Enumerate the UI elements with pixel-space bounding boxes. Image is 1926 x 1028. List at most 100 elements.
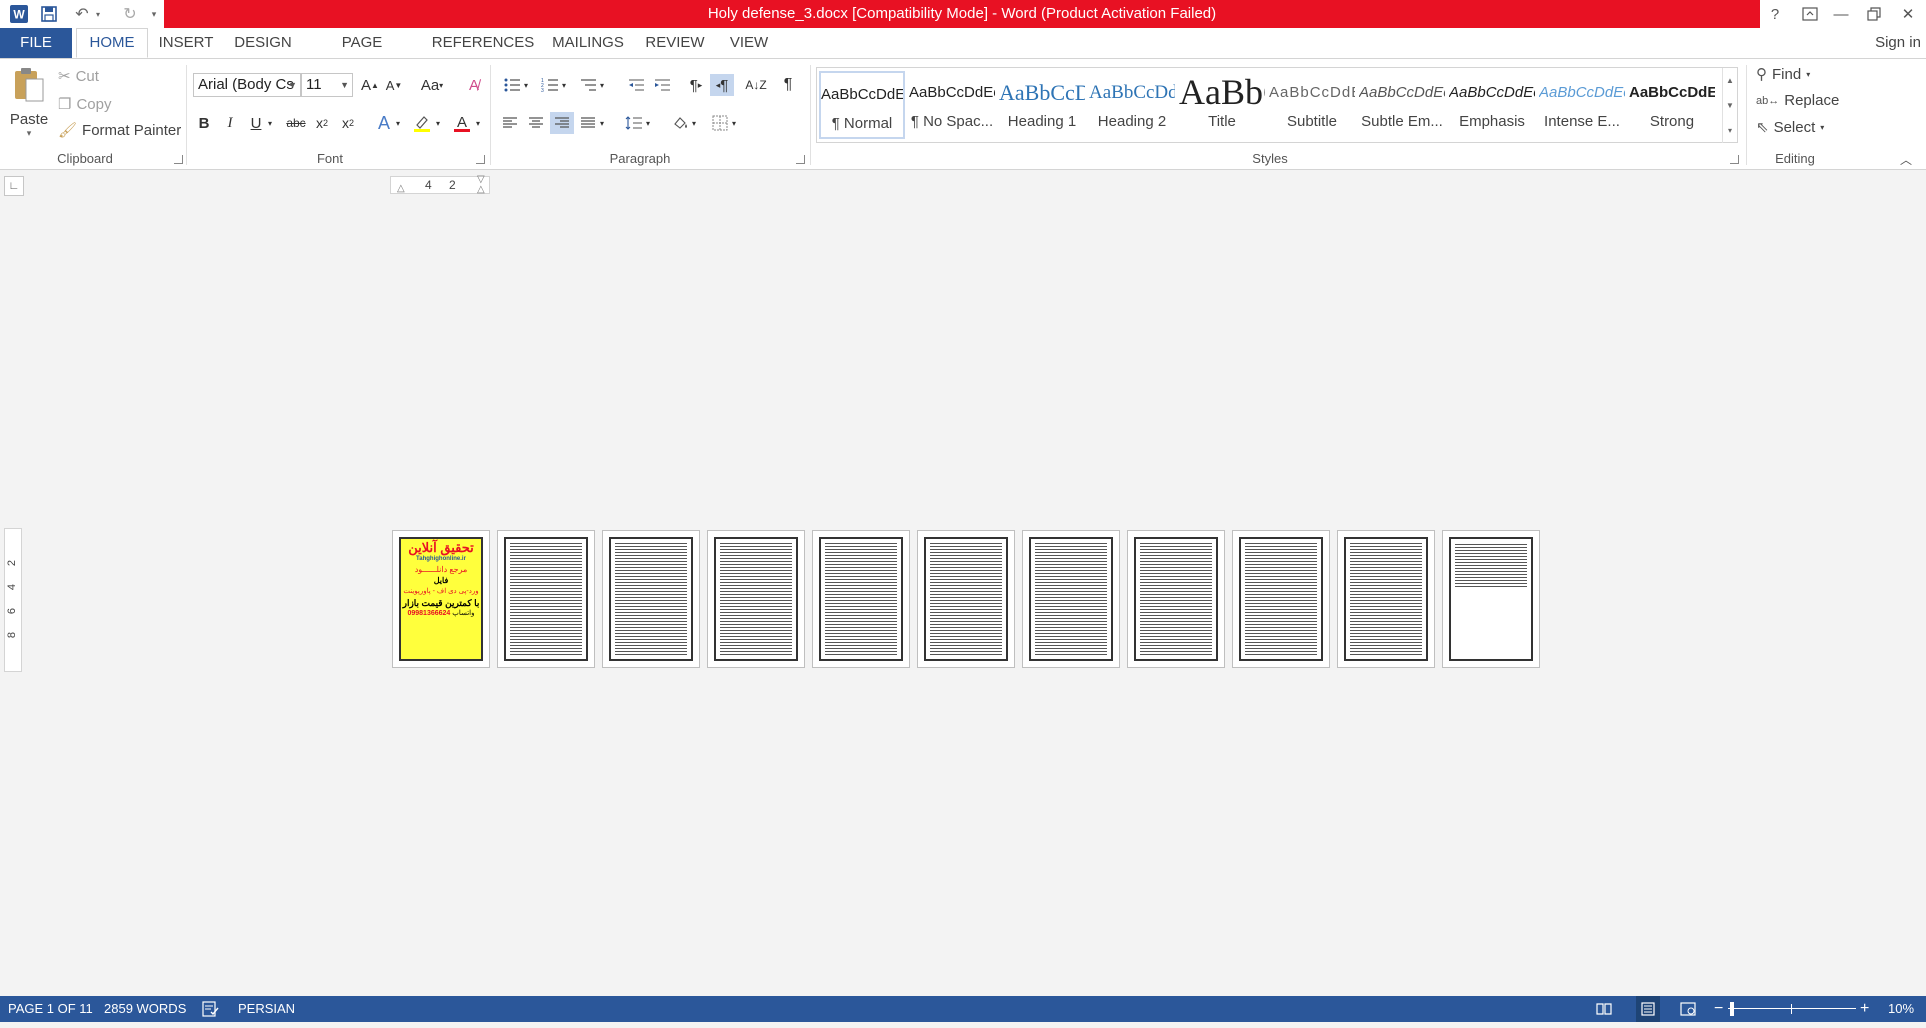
tab-references[interactable]: REFERENCES xyxy=(428,28,538,58)
font-color-icon[interactable]: A xyxy=(450,112,474,134)
ltr-direction-icon[interactable]: ¶ ▸ xyxy=(684,74,708,96)
format-painter-button[interactable]: 🖌 Format Painter xyxy=(58,121,181,140)
word-logo-icon[interactable]: W xyxy=(6,3,32,25)
right-indent-marker-icon[interactable]: ▽ △ xyxy=(477,175,485,195)
restore-icon[interactable] xyxy=(1859,2,1889,26)
align-center-icon[interactable] xyxy=(524,112,548,134)
collapse-ribbon-icon[interactable]: ︿ xyxy=(1900,151,1912,168)
document-area[interactable]: 2 4 6 8 تحقیق آنلاین Tahghighonline.ir م… xyxy=(0,202,1926,996)
bullets-dropdown-icon[interactable]: ▾ xyxy=(520,74,532,96)
copy-button[interactable]: ❐ Copy xyxy=(58,95,111,114)
sign-in-link[interactable]: Sign in xyxy=(1870,28,1926,58)
multilevel-dropdown-icon[interactable]: ▾ xyxy=(596,74,608,96)
zoom-in-icon[interactable]: + xyxy=(1860,996,1869,1022)
undo-dropdown-icon[interactable]: ▾ xyxy=(93,3,103,25)
align-right-icon[interactable] xyxy=(550,112,574,134)
redo-icon[interactable]: ↻ xyxy=(118,3,142,25)
grow-font-icon[interactable]: A ▲ xyxy=(358,74,382,96)
paragraph-launcher-icon[interactable] xyxy=(796,155,805,164)
clear-formatting-icon[interactable]: A̸ xyxy=(462,74,486,96)
zoom-slider-thumb[interactable] xyxy=(1730,1002,1734,1016)
borders-dropdown-icon[interactable]: ▾ xyxy=(728,112,740,134)
style-heading-1[interactable]: AaBbCcDdEe Heading 1 xyxy=(999,71,1085,139)
customize-toolbar-icon[interactable]: ▾ xyxy=(148,3,160,25)
tab-file[interactable]: FILE xyxy=(0,28,72,58)
page-count[interactable]: PAGE 1 OF 11 xyxy=(8,996,93,1022)
style-emphasis[interactable]: AaBbCcDdEe Emphasis xyxy=(1449,71,1535,139)
page-thumbnail[interactable] xyxy=(1022,530,1120,668)
page-thumbnail[interactable]: تحقیق آنلاین Tahghighonline.ir مرجع دانل… xyxy=(392,530,490,668)
font-color-dropdown-icon[interactable]: ▾ xyxy=(472,112,484,134)
find-button[interactable]: ⚲ Find ▾ xyxy=(1756,65,1810,84)
select-button[interactable]: ⇖ Select ▾ xyxy=(1756,118,1824,137)
tab-view[interactable]: VIEW xyxy=(724,28,774,58)
justify-dropdown-icon[interactable]: ▾ xyxy=(596,112,608,134)
tab-insert[interactable]: INSERT xyxy=(154,28,218,58)
font-size-box[interactable]: 11 ▼ xyxy=(301,73,353,97)
cut-button[interactable]: ✂ Cut xyxy=(58,67,99,86)
style-subtle-emphasis[interactable]: AaBbCcDdEe Subtle Em... xyxy=(1359,71,1445,139)
subscript-icon[interactable]: x2 xyxy=(310,112,334,134)
bold-icon[interactable]: B xyxy=(192,112,216,134)
align-left-icon[interactable] xyxy=(498,112,522,134)
shrink-font-icon[interactable]: A ▼ xyxy=(382,74,406,96)
zoom-out-icon[interactable]: − xyxy=(1714,996,1723,1022)
gallery-scroll-up-icon[interactable]: ▲ xyxy=(1722,68,1737,93)
highlight-dropdown-icon[interactable]: ▾ xyxy=(432,112,444,134)
text-effects-dropdown-icon[interactable]: ▾ xyxy=(392,112,404,134)
undo-icon[interactable]: ↶ xyxy=(70,3,94,25)
strikethrough-icon[interactable]: abc xyxy=(284,112,308,134)
minimize-icon[interactable]: — xyxy=(1826,2,1856,26)
italic-icon[interactable]: I xyxy=(218,112,242,134)
page-thumbnail[interactable] xyxy=(707,530,805,668)
page-thumbnail[interactable] xyxy=(1442,530,1540,668)
style-intense-emphasis[interactable]: AaBbCcDdEe Intense E... xyxy=(1539,71,1625,139)
font-launcher-icon[interactable] xyxy=(476,155,485,164)
style-heading-2[interactable]: AaBbCcDdEe Heading 2 xyxy=(1089,71,1175,139)
page-thumbnail[interactable] xyxy=(812,530,910,668)
decrease-indent-icon[interactable] xyxy=(624,74,648,96)
page-thumbnail[interactable] xyxy=(602,530,700,668)
zoom-level[interactable]: 10% xyxy=(1888,996,1914,1022)
sort-icon[interactable]: A↓Z xyxy=(744,74,768,96)
style-normal[interactable]: AaBbCcDdEe ¶ Normal xyxy=(819,71,905,139)
tab-design[interactable]: DESIGN xyxy=(228,28,298,58)
ribbon-display-options-icon[interactable] xyxy=(1795,2,1825,26)
gallery-more-icon[interactable]: ▾ xyxy=(1722,118,1737,143)
print-layout-icon[interactable] xyxy=(1636,996,1660,1022)
style-subtitle[interactable]: AaBbCcDdEe Subtitle xyxy=(1269,71,1355,139)
page-thumbnail[interactable] xyxy=(1232,530,1330,668)
language-indicator[interactable]: PERSIAN xyxy=(238,996,295,1022)
tab-selector-icon[interactable]: ∟ xyxy=(4,176,24,196)
horizontal-ruler[interactable]: 4 2 △ ▽ △ xyxy=(390,175,490,195)
help-button[interactable]: ? xyxy=(1760,2,1790,26)
page-thumbnail[interactable] xyxy=(1337,530,1435,668)
change-case-button[interactable]: Aa ▾ xyxy=(414,74,450,96)
zoom-slider[interactable] xyxy=(1728,1008,1856,1009)
line-spacing-dropdown-icon[interactable]: ▾ xyxy=(642,112,654,134)
underline-dropdown-icon[interactable]: ▾ xyxy=(264,112,276,134)
save-icon[interactable] xyxy=(36,3,62,25)
numbering-dropdown-icon[interactable]: ▾ xyxy=(558,74,570,96)
page-thumbnail[interactable] xyxy=(1127,530,1225,668)
tab-review[interactable]: REVIEW xyxy=(640,28,710,58)
read-mode-icon[interactable] xyxy=(1596,996,1612,1025)
paste-button[interactable]: Paste ▾ xyxy=(8,65,50,145)
font-name-box[interactable]: Arial (Body Cs ▼ xyxy=(193,73,301,97)
highlight-icon[interactable] xyxy=(410,112,434,134)
web-layout-icon[interactable] xyxy=(1680,996,1696,1025)
tab-page-layout[interactable]: PAGE LAYOUT xyxy=(312,28,412,81)
paste-dropdown-icon[interactable]: ▾ xyxy=(8,128,50,139)
page-thumbnail[interactable] xyxy=(917,530,1015,668)
clipboard-launcher-icon[interactable] xyxy=(174,155,183,164)
word-count[interactable]: 2859 WORDS xyxy=(104,996,186,1022)
page-thumbnail[interactable] xyxy=(497,530,595,668)
shading-dropdown-icon[interactable]: ▾ xyxy=(688,112,700,134)
style-strong[interactable]: AaBbCcDdEe Strong xyxy=(1629,71,1715,139)
rtl-direction-icon[interactable]: ◂ ¶ xyxy=(710,74,734,96)
left-indent-marker-icon[interactable]: △ xyxy=(397,183,405,194)
gallery-scroll-down-icon[interactable]: ▼ xyxy=(1722,93,1737,118)
show-paragraph-marks-icon[interactable]: ¶ xyxy=(776,74,800,96)
style-title[interactable]: AaBbCcDdEe Title xyxy=(1179,71,1265,139)
close-icon[interactable]: ✕ xyxy=(1893,2,1923,26)
